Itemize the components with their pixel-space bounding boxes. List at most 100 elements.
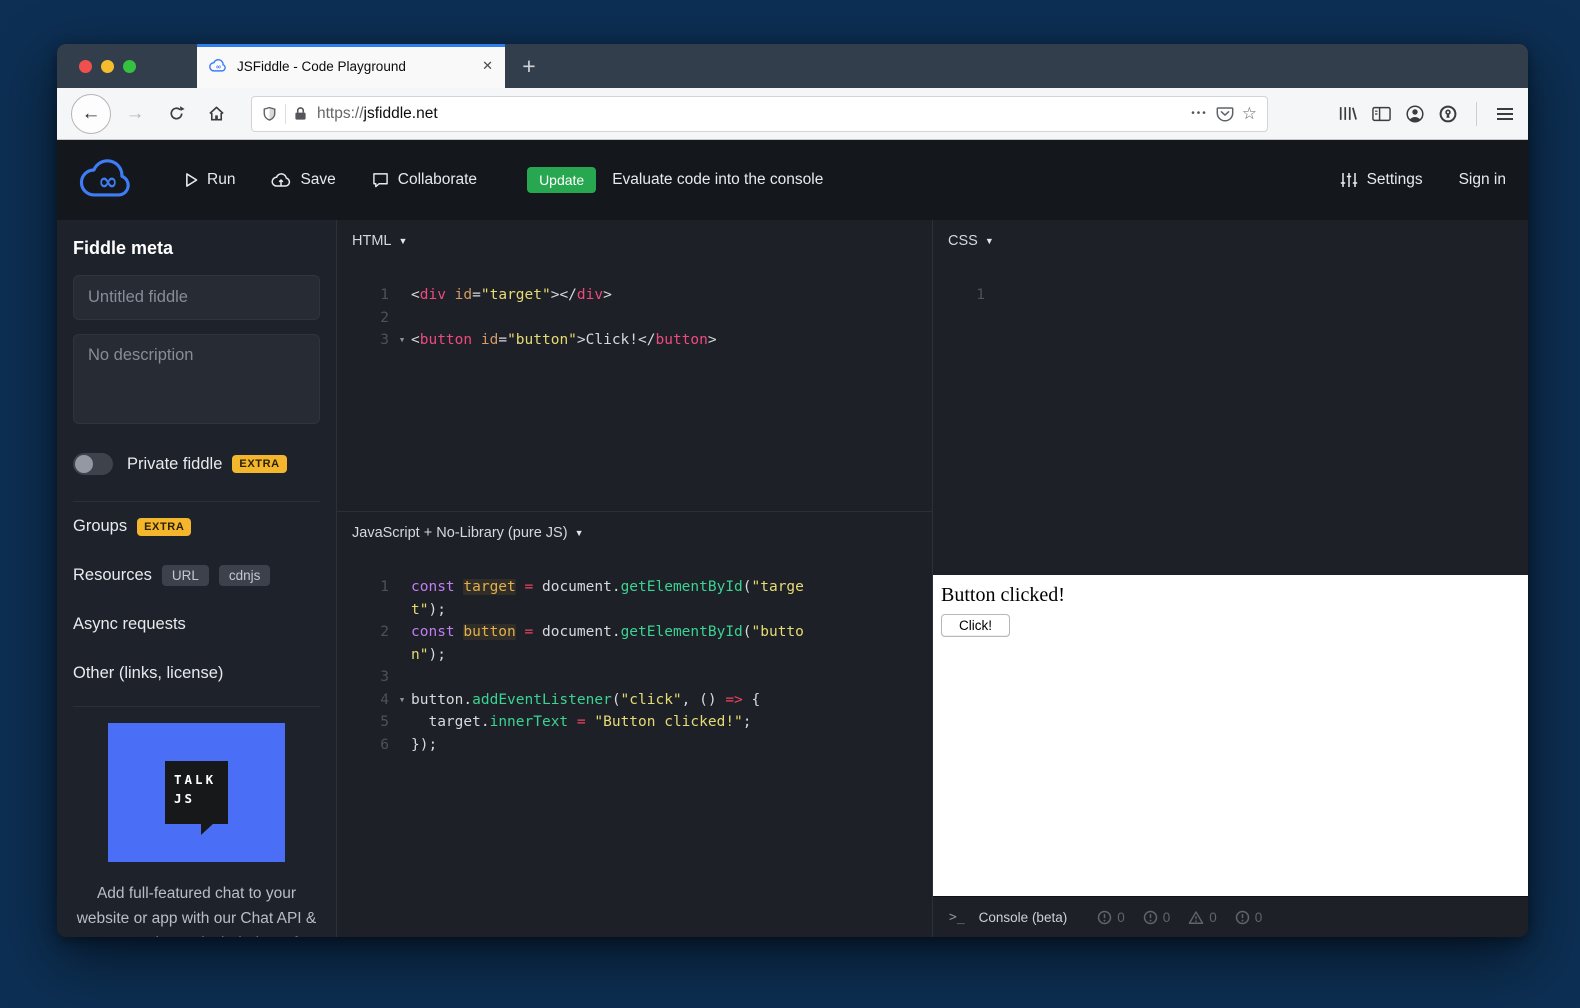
run-label: Run: [207, 171, 235, 189]
html-panel-title: HTML: [352, 233, 391, 249]
other-label: Other (links, license): [73, 664, 223, 683]
run-button[interactable]: Run: [185, 171, 235, 189]
ad-section: TALK JS Add full-featured chat to your w…: [73, 706, 320, 937]
settings-button[interactable]: Settings: [1340, 171, 1423, 189]
account-icon[interactable]: [1406, 105, 1424, 123]
result-output-text: Button clicked!: [941, 584, 1520, 607]
tab-bar: ∞ JSFiddle - Code Playground ✕ +: [57, 44, 1528, 88]
circle-exclamation-icon: [1097, 910, 1112, 925]
sidebar-toggle-icon[interactable]: [1372, 106, 1391, 122]
fiddle-description-input[interactable]: [73, 334, 320, 424]
counter-value: 0: [1209, 910, 1217, 925]
private-fiddle-toggle[interactable]: [73, 453, 113, 475]
tab-jsfiddle[interactable]: ∞ JSFiddle - Code Playground ✕: [197, 44, 505, 88]
css-code-editor[interactable]: 1: [933, 262, 1528, 575]
url-domain: jsfiddle.net: [364, 105, 438, 122]
url-text[interactable]: https://jsfiddle.net: [317, 105, 438, 123]
chat-bubble-icon: [372, 172, 389, 188]
chevron-down-icon[interactable]: ▼: [398, 236, 407, 246]
console-warning-counter: 0: [1188, 910, 1217, 925]
async-requests-label: Async requests: [73, 615, 186, 634]
fiddle-name-input[interactable]: [73, 275, 320, 320]
header-message: Evaluate code into the console: [612, 171, 823, 189]
counter-value: 0: [1163, 910, 1171, 925]
sidebar-item-groups[interactable]: Groups EXTRA: [73, 502, 320, 551]
extra-badge: EXTRA: [232, 455, 286, 473]
circle-exclamation-icon: [1143, 910, 1158, 925]
speech-tail: [201, 823, 214, 835]
collaborate-button[interactable]: Collaborate: [372, 171, 477, 189]
lock-icon[interactable]: [294, 106, 307, 121]
url-bar[interactable]: https://jsfiddle.net ••• ☆: [251, 96, 1268, 132]
play-icon: [185, 172, 198, 188]
circle-exclamation-icon: [1235, 910, 1250, 925]
css-panel-header[interactable]: CSS ▼: [933, 220, 1528, 262]
zoom-window-button[interactable]: [123, 60, 136, 73]
close-window-button[interactable]: [79, 60, 92, 73]
home-button[interactable]: [199, 105, 233, 122]
right-column: CSS ▼ 1 Button clicked! Click! >_ Consol…: [933, 220, 1528, 937]
console-prompt-icon: >_: [949, 910, 965, 925]
chevron-down-icon[interactable]: ▼: [985, 236, 994, 246]
jsfiddle-header: ∞ Run Save Collaborate Update Evaluate c…: [57, 140, 1528, 220]
tab-close-icon[interactable]: ✕: [482, 58, 493, 74]
home-icon: [208, 105, 225, 122]
sign-in-button[interactable]: Sign in: [1459, 171, 1506, 189]
triangle-exclamation-icon: [1188, 910, 1204, 925]
onepassword-extension-icon[interactable]: [1439, 105, 1457, 123]
talkjs-ad-image[interactable]: TALK JS: [108, 723, 285, 862]
forward-button[interactable]: →: [119, 103, 151, 125]
fiddle-meta-title: Fiddle meta: [73, 238, 320, 259]
reload-icon: [168, 105, 185, 122]
update-badge[interactable]: Update: [527, 167, 596, 193]
console-counters: 0 0: [1097, 910, 1262, 925]
private-fiddle-row: Private fiddle EXTRA: [73, 453, 320, 475]
console-bar[interactable]: >_ Console (beta) 0: [933, 896, 1528, 937]
extra-badge: EXTRA: [137, 518, 191, 536]
console-info-counter: 0: [1235, 910, 1263, 925]
html-panel-header[interactable]: HTML ▼: [337, 220, 932, 262]
back-button[interactable]: ←: [71, 94, 111, 134]
jsfiddle-favicon-icon: ∞: [209, 58, 228, 74]
toolbar-right-cluster: [1338, 102, 1514, 126]
minimize-window-button[interactable]: [101, 60, 114, 73]
divider: [1476, 102, 1477, 126]
settings-label: Settings: [1367, 171, 1423, 189]
result-panel: Button clicked! Click!: [933, 575, 1528, 896]
counter-value: 0: [1255, 910, 1263, 925]
pocket-icon[interactable]: [1216, 106, 1234, 122]
result-click-button[interactable]: Click!: [941, 614, 1010, 637]
html-code-editor[interactable]: 1<div id="target"></div>23▾<button id="b…: [337, 262, 932, 511]
jsfiddle-logo[interactable]: ∞: [79, 156, 137, 204]
talkjs-logo-text: JS: [174, 789, 228, 808]
chevron-down-icon[interactable]: ▼: [575, 528, 584, 538]
sidebar-item-other[interactable]: Other (links, license): [73, 649, 320, 698]
talkjs-logo: TALK JS: [165, 761, 228, 824]
counter-value: 0: [1117, 910, 1125, 925]
library-icon[interactable]: [1338, 105, 1357, 122]
jsfiddle-cloud-icon: ∞: [79, 156, 137, 204]
js-panel-header[interactable]: JavaScript + No-Library (pure JS) ▼: [337, 512, 932, 554]
reload-button[interactable]: [159, 105, 193, 122]
ad-text[interactable]: Add full-featured chat to your website o…: [73, 882, 320, 937]
console-exception-counter: 0: [1143, 910, 1171, 925]
resources-label: Resources: [73, 566, 152, 585]
main-area: Fiddle meta Private fiddle EXTRA Groups …: [57, 220, 1528, 937]
save-button[interactable]: Save: [271, 171, 335, 189]
sidebar-item-resources[interactable]: Resources URL cdnjs: [73, 551, 320, 600]
tracking-protection-shield-icon[interactable]: [262, 106, 277, 122]
sidebar: Fiddle meta Private fiddle EXTRA Groups …: [57, 220, 337, 937]
js-panel: JavaScript + No-Library (pure JS) ▼ 1con…: [337, 512, 932, 937]
url-scheme: https://: [317, 105, 364, 122]
browser-window: ∞ JSFiddle - Code Playground ✕ + ← →: [57, 44, 1528, 937]
page-actions-icon[interactable]: •••: [1191, 108, 1208, 119]
resource-url-badge[interactable]: URL: [162, 565, 209, 586]
js-code-editor[interactable]: 1const target = document.getElementById(…: [337, 554, 932, 937]
collaborate-label: Collaborate: [398, 171, 477, 189]
resource-cdnjs-badge[interactable]: cdnjs: [219, 565, 271, 586]
new-tab-button[interactable]: +: [505, 44, 553, 88]
bookmark-star-icon[interactable]: ☆: [1242, 104, 1257, 124]
menu-hamburger-icon[interactable]: [1496, 107, 1514, 121]
js-panel-title: JavaScript + No-Library (pure JS): [352, 525, 568, 541]
sidebar-item-async-requests[interactable]: Async requests: [73, 600, 320, 649]
